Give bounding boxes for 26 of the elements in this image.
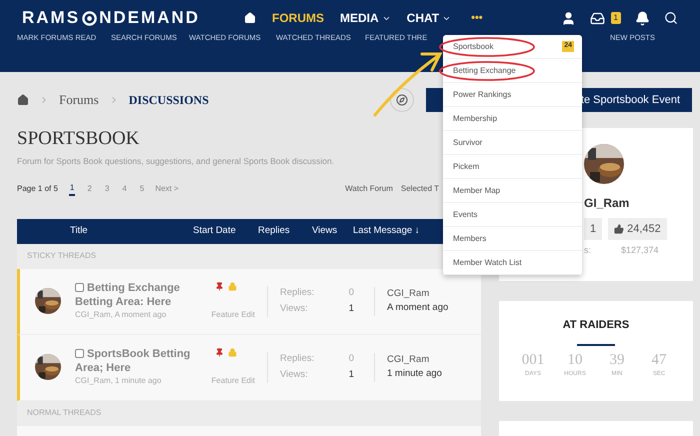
stat-label: s: <box>584 244 592 257</box>
views-count: 1 <box>348 302 354 316</box>
replies-label: Replies: <box>280 352 316 366</box>
thread-meta: CGI_Ram, A moment ago <box>75 309 166 322</box>
stat-chip: 1 <box>584 218 602 240</box>
page-label: Page 1 of 5 <box>17 182 58 195</box>
stat-value: $127,374 <box>621 244 659 257</box>
replies-label: Replies: <box>280 286 316 300</box>
replies-count: 0 <box>348 352 354 366</box>
replies-count: 0 <box>348 286 354 300</box>
likes-chip: 24,452 <box>608 218 667 240</box>
views-count: 1 <box>348 368 354 382</box>
countdown-value: 39 <box>610 352 624 368</box>
forum-description: Forum for Sports Book questions, suggestions, and general Sports Book discussion. <box>17 155 334 168</box>
countdown-value: 10 <box>568 352 582 368</box>
last-post-time: A moment ago <box>387 301 448 316</box>
views-label: Views: <box>280 368 309 382</box>
notification-badge: 1 <box>610 12 621 24</box>
views-label: Views: <box>280 302 309 316</box>
countdown-title: AT RAIDERS <box>562 318 630 333</box>
countdown-value: 001 <box>522 352 544 368</box>
section-header: NORMAL THREADS <box>17 400 481 426</box>
last-post-time: 1 minute ago <box>387 367 442 382</box>
thread-meta: CGI_Ram, 1 minute ago <box>75 375 162 388</box>
forum-title: SPORTSBOOK <box>17 128 140 150</box>
countdown-value: 47 <box>652 352 666 368</box>
